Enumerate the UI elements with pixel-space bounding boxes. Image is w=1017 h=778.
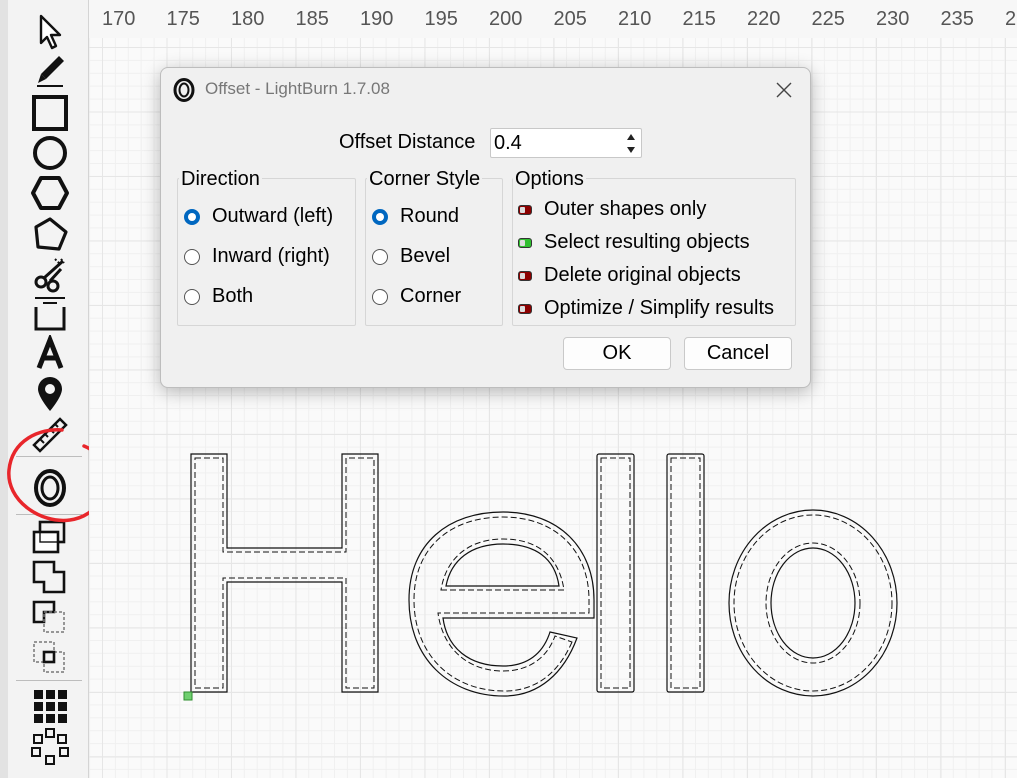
ruler-x-label: 205 [553,8,587,30]
radio-label: Inward (right) [212,245,330,267]
radio-label: Round [400,205,459,227]
radio-indicator[interactable] [372,248,388,265]
circular-array-icon[interactable] [28,726,72,766]
ruler-x-label: 220 [747,8,781,30]
ruler-x-label: 175 [166,8,200,30]
close-icon [776,82,792,98]
toggle-led-icon[interactable] [518,237,532,248]
down-arrow-icon [627,146,635,153]
radio-label: Outward (left) [212,205,334,227]
direction-outward-radio[interactable]: Outward (left) [184,205,333,228]
ok-button[interactable]: OK [563,337,671,370]
toggle-led-icon[interactable] [518,303,532,314]
toggle-led-icon[interactable] [518,204,532,215]
radio-label: Corner [400,285,462,307]
letter-e-shape[interactable] [408,511,595,697]
polygon-icon[interactable] [28,173,72,213]
boolean-intersect-icon[interactable] [28,638,72,678]
origin-marker [183,691,193,701]
outer-shapes-only-toggle[interactable]: Outer shapes only [518,198,706,221]
spin-up-button[interactable] [623,130,639,143]
dialog-titlebar[interactable]: Offset - LightBurn 1.7.08 [161,68,810,112]
cancel-button[interactable]: Cancel [684,337,792,370]
direction-inward-radio[interactable]: Inward (right) [184,245,330,268]
scissors-icon[interactable] [28,254,72,294]
corner-corner-radio[interactable]: Corner [372,285,461,308]
options-group-title: Options [513,168,586,191]
radio-indicator[interactable] [372,288,388,305]
ruler-x-label: 170 [102,8,136,30]
toggle-led-icon[interactable] [518,270,532,281]
toolbar-grip [0,0,8,778]
boolean-subtract-icon[interactable] [28,598,72,638]
text-tool-icon[interactable] [28,334,72,374]
dialog-title: Offset - LightBurn 1.7.08 [205,79,390,98]
close-button[interactable] [770,76,798,104]
corner-style-group-title: Corner Style [367,168,483,191]
polyline-icon[interactable] [28,214,72,254]
ruler-x-label: 2 [1005,8,1017,30]
letter-l-shape[interactable] [666,453,705,693]
ruler-x-label: 185 [295,8,329,30]
ruler-x-label: 200 [489,8,523,30]
map-pin-icon[interactable] [28,374,72,414]
radio-indicator[interactable] [184,288,200,305]
offset-distance-spinbox[interactable] [490,128,642,158]
direction-both-radio[interactable]: Both [184,285,253,308]
ruler-x-label: 195 [424,8,458,30]
ruler-x-label: 225 [811,8,845,30]
radio-label: Both [212,285,254,307]
corner-round-radio[interactable]: Round [372,205,459,228]
frame-icon[interactable] [28,294,72,334]
ruler-x-label: 230 [876,8,910,30]
grid-array-icon[interactable] [28,686,72,726]
offset-app-icon [173,78,195,102]
ellipse-icon[interactable] [28,133,72,173]
ruler-x-label: 235 [940,8,974,30]
toggle-label: Outer shapes only [544,198,707,220]
letter-h-shape[interactable] [190,453,379,693]
letter-l-shape[interactable] [596,453,635,693]
select-tool-icon[interactable] [28,12,72,52]
tool-palette [0,0,89,778]
toggle-label: Optimize / Simplify results [544,297,775,319]
select-resulting-objects-toggle[interactable]: Select resulting objects [518,231,750,254]
boolean-union-icon[interactable] [28,558,72,598]
toolbar-divider [16,680,82,681]
delete-original-objects-toggle[interactable]: Delete original objects [518,264,741,287]
ruler-x-label: 190 [360,8,394,30]
offset-dialog: Offset - LightBurn 1.7.08 Offset Distanc… [160,67,811,388]
horizontal-ruler: 170 175 180 185 190 195 200 205 210 215 220 225 230 2… [89,0,1017,39]
ruler-x-label: 210 [618,8,652,30]
corner-bevel-radio[interactable]: Bevel [372,245,450,268]
radio-label: Bevel [400,245,451,267]
radio-indicator[interactable] [372,208,388,225]
up-arrow-icon [627,133,635,140]
letter-o-shape[interactable] [728,509,898,697]
offset-distance-input[interactable] [491,129,619,157]
radio-indicator[interactable] [184,208,200,225]
ruler-x-label: 215 [682,8,716,30]
direction-group-title: Direction [179,168,262,191]
toggle-label: Delete original objects [544,264,741,286]
offset-distance-label: Offset Distance [339,131,476,153]
edit-nodes-pencil-icon[interactable] [28,52,72,92]
rectangle-icon[interactable] [28,93,72,133]
radio-indicator[interactable] [184,248,200,265]
ruler-x-label: 180 [231,8,265,30]
spin-down-button[interactable] [623,143,639,156]
toggle-label: Select resulting objects [544,231,750,253]
optimize-simplify-toggle[interactable]: Optimize / Simplify results [518,297,774,320]
